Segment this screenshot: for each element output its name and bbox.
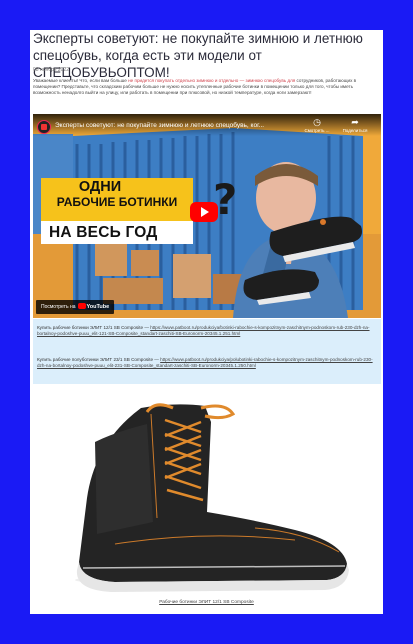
play-button-icon[interactable] <box>190 202 218 222</box>
article-date: 08 ноября 2022 <box>33 67 70 73</box>
video-title[interactable]: Эксперты советуют: не покупайте зимнюю и… <box>55 122 285 129</box>
purchase-link-item: Купить рабочие полуботинки ЭЛИТ 23/1 SB … <box>37 357 373 369</box>
thumbnail-headline-line3-box: НА ВЕСЬ ГОД <box>41 221 193 244</box>
watch-later-button[interactable]: ◷ Смотреть ... <box>299 117 335 133</box>
watch-later-label: Смотреть ... <box>304 128 330 133</box>
article-title: Эксперты советуют: не покупайте зимнюю и… <box>33 31 363 80</box>
article-intro: Уважаемые клиенты! Что, если вам больше … <box>33 78 379 97</box>
thumbnail-headline-line2: РАБОЧИЕ БОТИНКИ <box>56 195 178 209</box>
article-page: Эксперты советуют: не покупайте зимнюю и… <box>30 30 383 614</box>
watch-on-youtube-button[interactable]: Посмотреть на YouTube <box>36 300 115 314</box>
youtube-logo-icon: YouTube <box>76 303 110 310</box>
channel-avatar-icon[interactable] <box>37 120 51 134</box>
intro-link[interactable]: не придется покупать отдельно зимнюю и о… <box>128 78 295 83</box>
share-label: Поделиться <box>342 128 368 133</box>
youtube-logo-text: YouTube <box>86 304 110 310</box>
product-boot-image <box>75 403 349 592</box>
purchase-link-item: Купить рабочие ботинки ЭЛИТ 12/1 SB Comp… <box>37 325 373 337</box>
purchase-link-label: Купить рабочие полуботинки ЭЛИТ 23/1 SB … <box>37 357 161 362</box>
share-icon: ➦ <box>351 117 359 127</box>
clock-icon: ◷ <box>313 117 321 127</box>
share-button[interactable]: ➦ Поделиться <box>337 117 373 133</box>
purchase-links-block: Купить рабочие ботинки ЭЛИТ 12/1 SB Comp… <box>33 319 381 384</box>
thumbnail-headline-line3: НА ВЕСЬ ГОД <box>49 224 158 241</box>
thumbnail-headline-line1: ОДНИ <box>78 179 122 195</box>
product-caption-link[interactable]: Рабочие ботинки ЭЛИТ 12/1 SB Composite <box>30 600 383 605</box>
intro-text-start: Уважаемые клиенты! Что, если вам больше <box>33 78 129 83</box>
video-player[interactable]: ? Эксперты советуют: не покупайте зимнюю… <box>33 114 381 318</box>
purchase-link-label: Купить рабочие ботинки ЭЛИТ 12/1 SB Comp… <box>37 325 151 330</box>
watch-on-label: Посмотреть на <box>41 304 76 310</box>
